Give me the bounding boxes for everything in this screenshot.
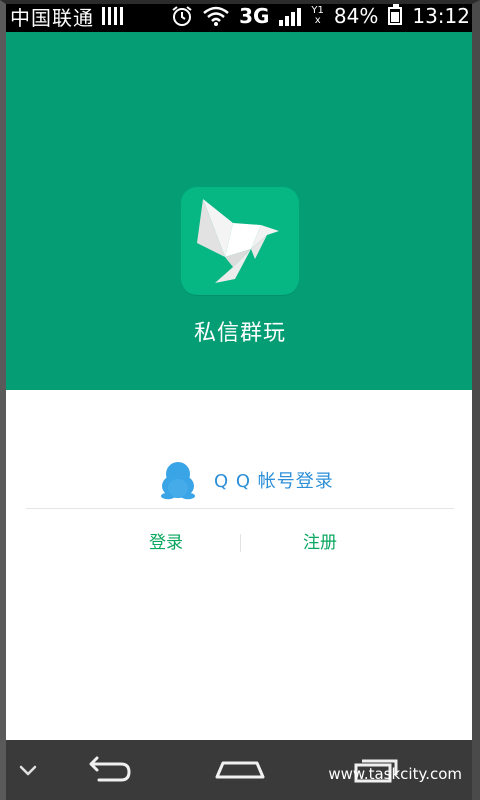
auth-links: 登录 注册	[0, 526, 480, 560]
app-name: 私信群玩	[193, 321, 286, 346]
time-label: 13:12	[412, 4, 470, 28]
chevron-down-icon	[19, 765, 37, 776]
alarm-icon	[172, 6, 192, 26]
register-link[interactable]: 注册	[282, 526, 358, 560]
login-link[interactable]: 登录	[128, 526, 204, 560]
app-header: 私信群玩	[0, 32, 480, 390]
login-panel: Q Q 帐号登录 登录 注册	[0, 390, 480, 740]
navigation-bar: www.taskcity.com	[0, 740, 480, 800]
watermark: www.taskcity.com	[328, 765, 462, 783]
secondary-sim-indicator: Y1 x	[311, 6, 323, 26]
qq-login-button[interactable]: Q Q 帐号登录	[156, 460, 334, 500]
signal-icon	[279, 8, 302, 26]
mini-bottom-label: x	[314, 15, 321, 26]
app-icon	[181, 187, 299, 295]
back-button[interactable]	[80, 740, 140, 800]
links-separator	[240, 534, 241, 552]
status-right: 3G Y1 x 84% 13:12	[171, 4, 480, 28]
status-left: 中国联通	[0, 2, 123, 31]
dove-icon	[197, 199, 279, 283]
divider	[26, 508, 454, 509]
qq-penguin-icon	[161, 462, 195, 500]
home-icon	[215, 761, 265, 779]
sim-icon	[102, 7, 123, 25]
battery-icon	[388, 4, 403, 25]
network-type: 3G	[239, 4, 270, 28]
carrier-label: 中国联通	[10, 5, 94, 30]
chevron-down-button[interactable]	[8, 740, 48, 800]
qq-login-label: Q Q 帐号登录	[214, 471, 334, 492]
wifi-icon	[203, 6, 229, 26]
home-button[interactable]	[210, 740, 270, 800]
status-bar: 中国联通 3G Y1 x 84% 13:12	[0, 0, 480, 32]
battery-percent: 84%	[333, 4, 379, 28]
back-icon	[89, 756, 131, 782]
